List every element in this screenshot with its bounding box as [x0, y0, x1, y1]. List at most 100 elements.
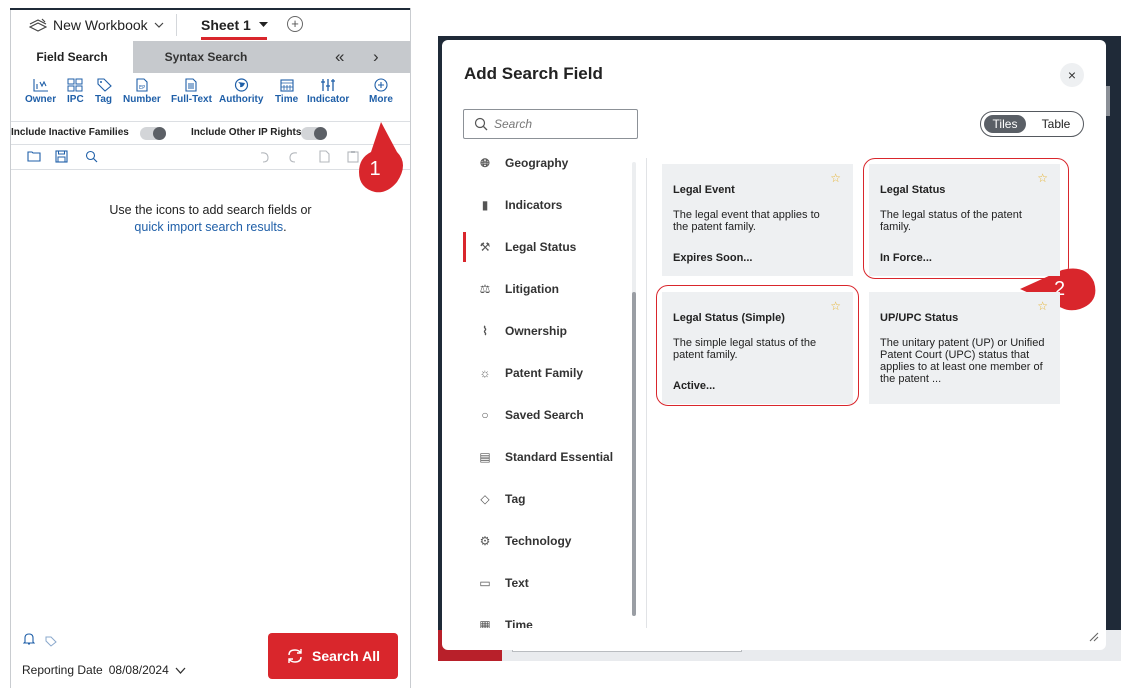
- toolbar-number-button[interactable]: EP Number: [123, 78, 161, 105]
- category-technology[interactable]: ⚙ Technology: [463, 526, 633, 556]
- reporting-date-value: 08/08/2024: [108, 663, 169, 677]
- category-time[interactable]: ▦ Time: [463, 610, 633, 628]
- callout-1-number: 1: [369, 158, 381, 180]
- gavel-icon: ⚒: [479, 240, 491, 254]
- category-ownership[interactable]: ⌇ Ownership: [463, 316, 633, 346]
- resize-handle-icon[interactable]: [1087, 630, 1099, 642]
- background-scrollbar: [1106, 86, 1110, 116]
- caret-down-icon: [258, 22, 268, 27]
- panel-border-right: [410, 8, 411, 688]
- lightbulb-icon: ☼: [479, 366, 491, 380]
- technology-icon: ⚙: [479, 534, 491, 548]
- search-box: [463, 109, 638, 139]
- category-label: Patent Family: [505, 366, 584, 380]
- bell-icon[interactable]: [22, 632, 36, 651]
- tag-icon: [96, 78, 112, 92]
- tile-title: UP/UPC Status: [880, 312, 959, 324]
- category-indicators[interactable]: ▮ Indicators: [463, 190, 633, 220]
- active-sheet-indicator: [201, 37, 267, 40]
- view-table-button[interactable]: Table: [1033, 115, 1079, 133]
- redo-icon[interactable]: [287, 150, 300, 163]
- search-icon: [474, 117, 488, 131]
- category-label: Legal Status: [505, 240, 577, 254]
- star-icon[interactable]: ☆: [1037, 299, 1048, 313]
- include-inactive-toggle[interactable]: [140, 127, 166, 140]
- close-icon[interactable]: ×: [1060, 63, 1084, 87]
- category-patent-family[interactable]: ☼ Patent Family: [463, 358, 633, 388]
- tile-legal-event[interactable]: ☆ Legal Event The legal event that appli…: [662, 164, 853, 276]
- tag-icon[interactable]: [45, 634, 57, 652]
- category-litigation[interactable]: ⚖ Litigation: [463, 274, 633, 304]
- copy-icon[interactable]: [318, 150, 330, 163]
- search-input[interactable]: [494, 117, 624, 131]
- category-label: Litigation: [505, 282, 559, 296]
- search-all-button[interactable]: Search All: [268, 633, 398, 679]
- tile-description: The legal event that applies to the pate…: [673, 209, 820, 233]
- workbook-name: New Workbook: [53, 17, 148, 33]
- toolbar-label: More: [369, 94, 393, 105]
- tile-up-upc-status[interactable]: ☆ UP/UPC Status The unitary patent (UP) …: [869, 292, 1060, 404]
- category-text[interactable]: ▭ Text: [463, 568, 633, 598]
- quick-import-link[interactable]: quick import search results: [134, 220, 283, 234]
- add-sheet-icon[interactable]: +: [287, 16, 303, 32]
- calendar-icon: [280, 79, 294, 92]
- sheet-tab[interactable]: Sheet 1: [201, 17, 268, 33]
- undo-icon[interactable]: [258, 150, 271, 163]
- empty-state-hint: Use the icons to add search fields or qu…: [11, 202, 410, 236]
- tile-description: The unitary patent (UP) or Unified Paten…: [880, 337, 1045, 385]
- reporting-date-selector[interactable]: Reporting Date 08/08/2024: [22, 663, 186, 677]
- category-tag[interactable]: ◇ Tag: [463, 484, 633, 514]
- search-history-icon[interactable]: [85, 150, 98, 163]
- number-doc-icon: EP: [136, 78, 148, 92]
- globe-icon: [234, 78, 248, 92]
- toolbar-fulltext-button[interactable]: Full-Text: [171, 78, 212, 105]
- toolbar-authority-button[interactable]: Authority: [219, 78, 263, 105]
- save-icon[interactable]: [55, 150, 68, 163]
- toolbar-label: Full-Text: [171, 94, 212, 105]
- toolbar-time-button[interactable]: Time: [275, 78, 298, 105]
- include-other-ip-toggle[interactable]: [301, 127, 327, 140]
- toolbar-indicator-button[interactable]: Indicator: [307, 78, 349, 105]
- highlight-ring: [656, 285, 859, 406]
- calendar-icon: ▦: [479, 618, 491, 628]
- collapse-panel-icon[interactable]: «: [335, 47, 344, 67]
- category-geography[interactable]: 🌐︎ Geography: [463, 158, 633, 178]
- toolbar-ipc-button[interactable]: IPC: [67, 78, 84, 105]
- view-toggle: Tiles Table: [980, 111, 1084, 137]
- toolbar-owner-button[interactable]: Owner: [25, 78, 56, 105]
- field-toolbar: Owner IPC Tag EP Number Full-Text Author…: [11, 78, 410, 120]
- workbook-selector[interactable]: New Workbook: [29, 17, 164, 33]
- category-standard-essential[interactable]: ▤ Standard Essential: [463, 442, 633, 472]
- category-label: Standard Essential: [505, 450, 614, 464]
- category-label: Saved Search: [505, 408, 584, 422]
- toolbar-more-button[interactable]: More: [369, 78, 393, 105]
- category-label: Geography: [505, 158, 569, 170]
- highlight-ring: [863, 158, 1069, 279]
- category-label: Time: [505, 618, 533, 628]
- document-icon: [185, 78, 198, 92]
- search-mode-tabs: Field Search Syntax Search « ›: [11, 41, 410, 73]
- tab-syntax-search[interactable]: Syntax Search: [141, 41, 271, 73]
- open-folder-icon[interactable]: [27, 150, 41, 162]
- chevron-down-icon: [175, 667, 186, 674]
- chevron-down-icon: [154, 22, 164, 28]
- hint-period: .: [283, 220, 287, 234]
- category-legal-status[interactable]: ⚒ Legal Status: [463, 232, 633, 262]
- category-label: Technology: [505, 534, 572, 548]
- category-label: Indicators: [505, 198, 563, 212]
- category-saved-search[interactable]: ○ Saved Search: [463, 400, 633, 430]
- toolbar-tag-button[interactable]: Tag: [95, 78, 112, 105]
- toolbar-label: Time: [275, 94, 299, 105]
- left-search-panel: New Workbook Sheet 1 + Field Search Synt…: [0, 0, 412, 695]
- bar-chart-icon: ▮: [481, 198, 489, 212]
- bottom-bar: Reporting Date 08/08/2024 Search All: [11, 628, 410, 688]
- view-tiles-button[interactable]: Tiles: [984, 115, 1026, 133]
- chevron-right-icon[interactable]: ›: [373, 47, 379, 67]
- tile-value: Expires Soon...: [673, 252, 753, 264]
- star-icon[interactable]: ☆: [830, 171, 841, 185]
- divider: [176, 14, 177, 36]
- reporting-date-label: Reporting Date: [22, 663, 103, 677]
- tab-field-search[interactable]: Field Search: [11, 41, 133, 73]
- toolbar-label: Owner: [25, 94, 57, 105]
- category-scrollbar-thumb[interactable]: [632, 292, 636, 616]
